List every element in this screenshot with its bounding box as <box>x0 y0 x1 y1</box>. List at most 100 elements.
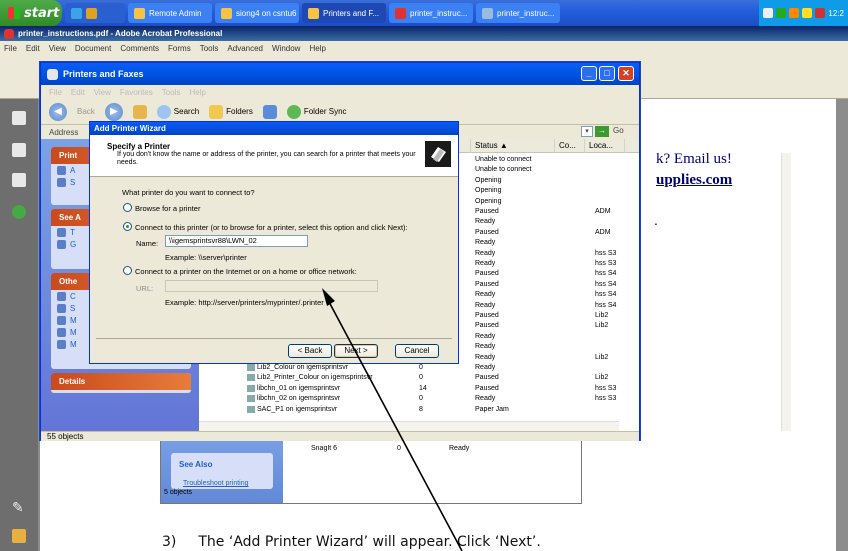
printer-location: ADM <box>595 208 611 215</box>
views-icon[interactable] <box>262 104 277 119</box>
attachment-icon[interactable]: ✎ <box>12 499 26 515</box>
vertical-scrollbar[interactable] <box>781 153 791 431</box>
back-arrow-icon[interactable]: ◀ <box>49 102 67 121</box>
printer-location: Lib2 <box>595 312 609 319</box>
doc-email-text: k? Email us! <box>656 151 732 167</box>
doc-website-link[interactable]: upplies.com <box>656 172 732 189</box>
menu-advanced[interactable]: Advanced <box>227 44 263 53</box>
url-input[interactable] <box>165 280 378 292</box>
folders-button[interactable]: Folders <box>209 104 253 119</box>
menu-forms[interactable]: Forms <box>168 44 191 53</box>
menu-file[interactable]: File <box>4 44 17 53</box>
embedded-screenshot: See Also Troubleshoot printing SnagIt 6 … <box>160 432 582 504</box>
url-label: URL: <box>136 284 154 293</box>
menu-edit[interactable]: Edit <box>26 44 40 53</box>
go-button[interactable]: Go <box>613 126 624 135</box>
printer-name-input[interactable]: \\igemsprintsvr88\LWN_02 <box>165 235 308 247</box>
taskbar-item-remote-admin[interactable]: Remote Admin <box>128 3 212 23</box>
fax-icon <box>57 177 66 187</box>
pdf-icon <box>395 7 406 19</box>
tray-icon[interactable] <box>789 8 800 18</box>
printer-status: Ready <box>475 332 496 340</box>
table-row[interactable]: Ready Lib2_Colour on igemsprintsvr 0 <box>199 363 639 372</box>
printer-name: Lib2_Colour on igemsprintsvr <box>257 364 349 371</box>
menu-tools[interactable]: Tools <box>200 44 219 53</box>
table-row[interactable]: Paused hss S3 libchn_01 on igemsprintsvr 14 <box>199 384 639 393</box>
table-row[interactable]: Ready hss S3 libchn_02 on igemsprintsvr 0 <box>199 394 639 403</box>
column-location[interactable]: Loca... <box>585 138 625 153</box>
menu-document[interactable]: Document <box>75 44 111 53</box>
search-button[interactable]: Search <box>156 104 199 119</box>
menu-favorites[interactable]: Favorites <box>120 88 153 97</box>
address-label: Address <box>49 127 79 137</box>
printer-icon <box>47 68 58 80</box>
printer-location: hss S3 <box>595 395 617 403</box>
signatures-icon[interactable] <box>12 173 26 187</box>
network-printer-icon <box>247 405 255 413</box>
details-header[interactable]: Details <box>51 373 191 390</box>
printer-location: hss S4 <box>595 280 617 288</box>
go-arrow-icon[interactable]: → <box>595 126 609 137</box>
tray-icon[interactable] <box>815 8 826 18</box>
folder-sync-button[interactable]: Folder Sync <box>286 104 347 119</box>
internet-radio[interactable] <box>123 266 132 275</box>
tray-icon[interactable] <box>763 8 774 18</box>
wizard-title-bar: Add Printer Wizard <box>90 122 458 135</box>
menu-help[interactable]: Help <box>189 88 205 97</box>
wizard-header-description: If you don't know the name or address of… <box>117 151 416 166</box>
up-folder-icon[interactable] <box>132 104 147 119</box>
tray-icon[interactable] <box>776 8 787 18</box>
menu-view[interactable]: View <box>49 44 66 53</box>
back-button[interactable]: Back <box>77 107 95 116</box>
menu-window[interactable]: Window <box>272 44 300 53</box>
folder-icon <box>86 7 97 19</box>
close-button[interactable]: ✕ <box>618 66 634 81</box>
taskbar-item-pdf-2[interactable]: printer_instruc... <box>476 3 560 23</box>
address-dropdown-icon[interactable]: ▾ <box>581 126 593 137</box>
printer-status: Ready <box>475 364 496 371</box>
tray-icon[interactable] <box>802 8 813 18</box>
printer-status: Opening <box>475 197 502 205</box>
wizard-header: Specify a Printer If you don't know the … <box>90 135 458 177</box>
column-status[interactable]: Status ▲ <box>471 138 555 153</box>
printer-status: Paused <box>475 312 499 319</box>
printer-status: Paused <box>475 322 499 330</box>
doc-step-3: 3) The ‘Add Printer Wizard’ will appear. … <box>162 534 541 550</box>
table-row[interactable]: Paper Jam SAC_P1 on igemsprintsvr 8 <box>199 405 639 414</box>
connect-radio[interactable] <box>123 222 132 231</box>
menu-file[interactable]: File <box>49 88 62 97</box>
back-button[interactable]: < Back <box>288 344 332 358</box>
start-button[interactable]: start <box>0 0 62 26</box>
maximize-button[interactable]: □ <box>599 66 615 81</box>
internet-option-label[interactable]: Connect to a printer on the Internet or … <box>135 267 357 276</box>
printer-location: hss S3 <box>595 249 617 257</box>
forward-arrow-icon[interactable]: ▶ <box>104 102 123 121</box>
network-printer-icon <box>247 364 255 371</box>
cancel-button[interactable]: Cancel <box>395 344 439 358</box>
minimize-button[interactable]: _ <box>581 66 597 81</box>
quick-launch[interactable] <box>65 3 125 23</box>
horizontal-scrollbar[interactable] <box>199 421 619 431</box>
browse-option-label[interactable]: Browse for a printer <box>135 204 200 213</box>
browse-radio[interactable] <box>123 203 132 212</box>
taskbar-item-siong[interactable]: siong4 on csntu6 <box>215 3 299 23</box>
wizard-question: What printer do you want to connect to? <box>122 188 255 197</box>
menu-view[interactable]: View <box>94 88 111 97</box>
column-comments[interactable]: Co... <box>555 138 585 153</box>
menu-comments[interactable]: Comments <box>120 44 159 53</box>
scanner-icon <box>57 303 66 313</box>
network-printer-icon <box>247 395 255 403</box>
menu-edit[interactable]: Edit <box>71 88 85 97</box>
bookmarks-icon[interactable] <box>12 143 26 157</box>
connect-option-label[interactable]: Connect to this printer (or to browse fo… <box>135 223 408 232</box>
taskbar-item-printers[interactable]: Printers and F... <box>302 3 386 23</box>
next-button[interactable]: Next > <box>334 344 378 358</box>
menu-tools[interactable]: Tools <box>162 88 181 97</box>
taskbar-item-pdf-1[interactable]: printer_instruc... <box>389 3 473 23</box>
help-icon[interactable] <box>12 205 26 219</box>
menu-help[interactable]: Help <box>309 44 325 53</box>
comments-icon[interactable] <box>12 529 26 543</box>
printer-location: hss S4 <box>595 301 617 309</box>
table-row[interactable]: Paused Lib2 Lib2_Printer_Colour on igemspr… <box>199 373 639 382</box>
pages-icon[interactable] <box>12 111 26 125</box>
